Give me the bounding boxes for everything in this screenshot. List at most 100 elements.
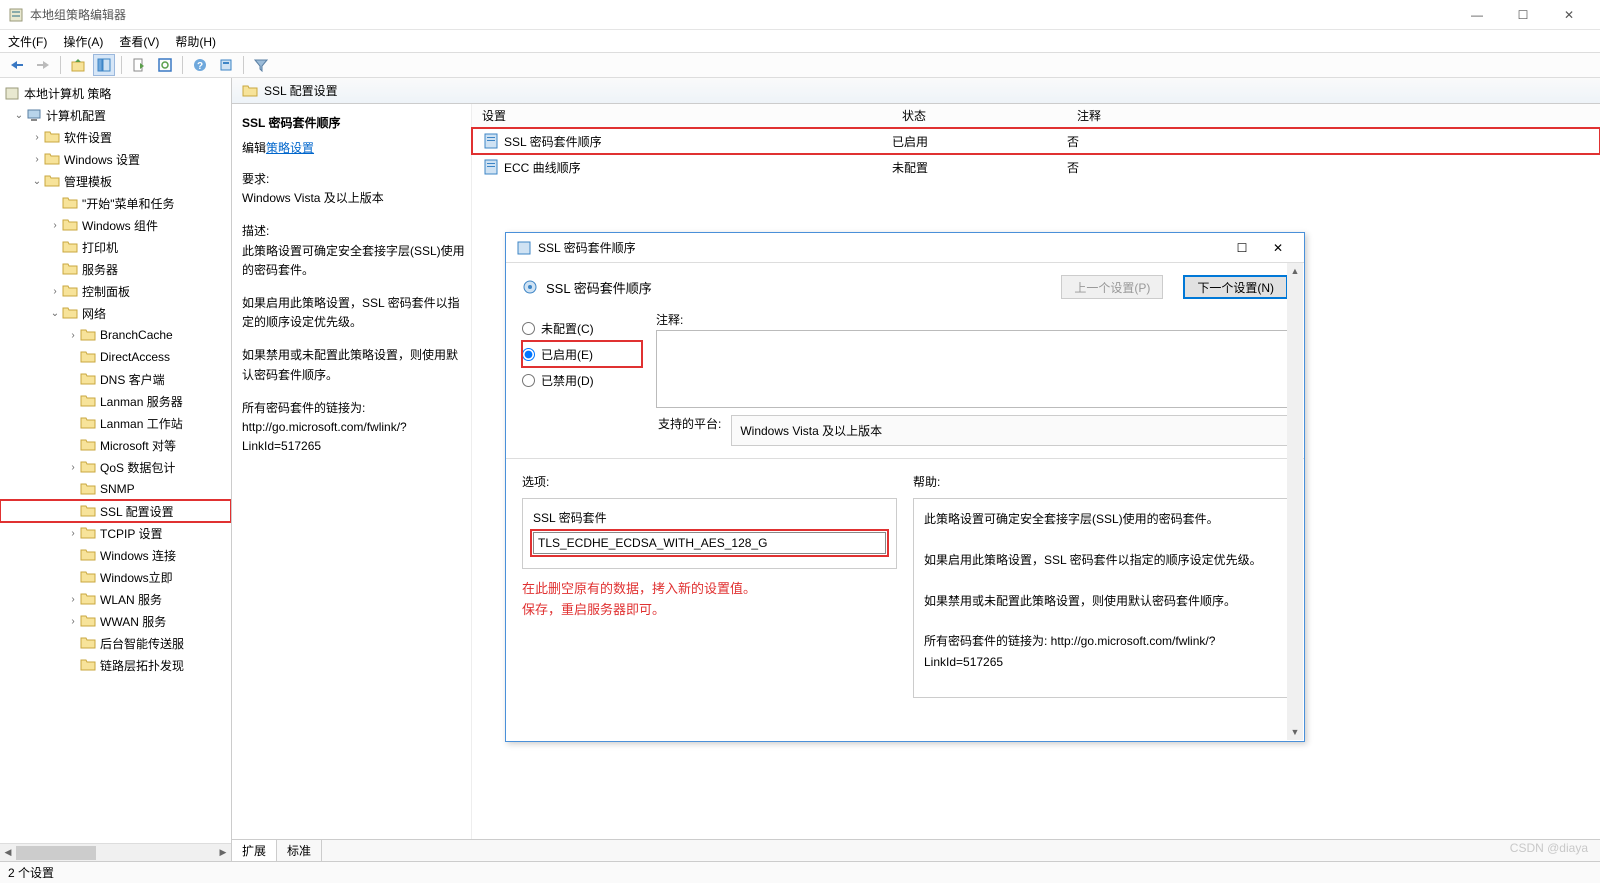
- tree-branchcache[interactable]: ›BranchCache: [0, 324, 231, 346]
- folder-icon: [80, 503, 96, 519]
- tree-start-menu[interactable]: "开始"菜单和任务: [0, 192, 231, 214]
- help-button[interactable]: ?: [189, 54, 211, 76]
- chevron-right-icon[interactable]: ›: [66, 616, 80, 627]
- export-button[interactable]: [128, 54, 150, 76]
- toolbar: ?: [0, 52, 1600, 78]
- tree-computer-config[interactable]: ⌄ 计算机配置: [0, 104, 231, 126]
- row-comment: 否: [1067, 133, 1600, 150]
- refresh-button[interactable]: [154, 54, 176, 76]
- folder-icon: [62, 195, 78, 211]
- policy-icon: [4, 85, 20, 101]
- cipher-input[interactable]: [533, 532, 886, 554]
- scroll-down-icon[interactable]: ▼: [1287, 724, 1303, 740]
- menu-view[interactable]: 查看(V): [119, 33, 159, 50]
- properties-button[interactable]: [215, 54, 237, 76]
- dialog-icon: [516, 240, 532, 256]
- chevron-down-icon[interactable]: ⌄: [12, 110, 26, 121]
- titlebar: 本地组策略编辑器 — ☐ ✕: [0, 0, 1600, 30]
- tree-scrollbar-horizontal[interactable]: ◀ ▶: [0, 843, 231, 861]
- scroll-up-icon[interactable]: ▲: [1287, 263, 1303, 279]
- scroll-right-icon[interactable]: ▶: [215, 845, 231, 861]
- tree-wwan[interactable]: ›WWAN 服务: [0, 610, 231, 632]
- chevron-right-icon[interactable]: ›: [30, 132, 44, 143]
- dialog-scrollbar-vertical[interactable]: ▲ ▼: [1287, 263, 1303, 740]
- content-header: SSL 配置设置: [232, 78, 1600, 104]
- chevron-down-icon[interactable]: ⌄: [48, 308, 62, 319]
- prev-setting-button[interactable]: 上一个设置(P): [1061, 275, 1163, 299]
- maximize-button[interactable]: ☐: [1500, 0, 1546, 30]
- tree-wlan[interactable]: ›WLAN 服务: [0, 588, 231, 610]
- chevron-right-icon[interactable]: ›: [66, 594, 80, 605]
- tree-ssl-config[interactable]: SSL 配置设置: [0, 500, 231, 522]
- tree-windows-components[interactable]: ›Windows 组件: [0, 214, 231, 236]
- minimize-button[interactable]: —: [1454, 0, 1500, 30]
- back-button[interactable]: [6, 54, 28, 76]
- tree-control-panel[interactable]: ›控制面板: [0, 280, 231, 302]
- scroll-left-icon[interactable]: ◀: [0, 845, 16, 861]
- col-setting[interactable]: 设置: [472, 107, 892, 124]
- chevron-right-icon[interactable]: ›: [48, 286, 62, 297]
- tree-software-settings[interactable]: ›软件设置: [0, 126, 231, 148]
- tree-lanman-server[interactable]: Lanman 服务器: [0, 390, 231, 412]
- chevron-right-icon[interactable]: ›: [48, 220, 62, 231]
- tree-admin-templates[interactable]: ⌄管理模板: [0, 170, 231, 192]
- dialog-maximize-button[interactable]: ☐: [1226, 237, 1258, 259]
- tree-printers[interactable]: 打印机: [0, 236, 231, 258]
- col-comment[interactable]: 注释: [1067, 107, 1600, 124]
- menu-file[interactable]: 文件(F): [8, 33, 47, 50]
- close-button[interactable]: ✕: [1546, 0, 1592, 30]
- tree-background-intelligent[interactable]: 后台智能传送服: [0, 632, 231, 654]
- tree-microsoft-peer[interactable]: Microsoft 对等: [0, 434, 231, 456]
- cipher-group: SSL 密码套件: [522, 498, 897, 569]
- gear-icon: [522, 279, 538, 295]
- computer-icon: [26, 107, 42, 123]
- tree-directaccess[interactable]: DirectAccess: [0, 346, 231, 368]
- folder-icon: [44, 129, 60, 145]
- tree-windows-now[interactable]: Windows立即: [0, 566, 231, 588]
- detail-panel: SSL 密码套件顺序 编辑策略设置 要求: Windows Vista 及以上版…: [232, 104, 472, 839]
- up-button[interactable]: [67, 54, 89, 76]
- menu-action[interactable]: 操作(A): [63, 33, 103, 50]
- menu-help[interactable]: 帮助(H): [175, 33, 216, 50]
- requirements-text: Windows Vista 及以上版本: [242, 189, 465, 208]
- watermark: CSDN @diaya: [1510, 841, 1588, 855]
- tree-dns-client[interactable]: DNS 客户端: [0, 368, 231, 390]
- tree-windows-connect[interactable]: Windows 连接: [0, 544, 231, 566]
- chevron-right-icon[interactable]: ›: [66, 462, 80, 473]
- tab-standard[interactable]: 标准: [277, 840, 322, 861]
- cipher-group-title: SSL 密码套件: [533, 509, 886, 526]
- dialog-close-button[interactable]: ✕: [1262, 237, 1294, 259]
- tree-windows-settings[interactable]: ›Windows 设置: [0, 148, 231, 170]
- forward-button[interactable]: [32, 54, 54, 76]
- tree-servers[interactable]: 服务器: [0, 258, 231, 280]
- tab-extended[interactable]: 扩展: [232, 839, 277, 861]
- row-name: ECC 曲线顺序: [504, 159, 581, 176]
- comment-textarea[interactable]: [656, 330, 1288, 408]
- edit-policy-link[interactable]: 策略设置: [266, 141, 314, 155]
- tree-network[interactable]: ⌄网络: [0, 302, 231, 324]
- radio-enabled[interactable]: 已启用(E): [522, 341, 642, 367]
- chevron-right-icon[interactable]: ›: [66, 528, 80, 539]
- tree-link-layer[interactable]: 链路层拓扑发现: [0, 654, 231, 676]
- chevron-down-icon[interactable]: ⌄: [30, 176, 44, 187]
- chevron-right-icon[interactable]: ›: [66, 330, 80, 341]
- platform-value: Windows Vista 及以上版本: [731, 415, 1288, 446]
- status-count: 2 个设置: [8, 864, 54, 881]
- next-setting-button[interactable]: 下一个设置(N): [1183, 275, 1288, 299]
- chevron-right-icon[interactable]: ›: [30, 154, 44, 165]
- tree-tcpip[interactable]: ›TCPIP 设置: [0, 522, 231, 544]
- radio-not-configured[interactable]: 未配置(C): [522, 315, 642, 341]
- tree-root[interactable]: 本地计算机 策略: [0, 82, 231, 104]
- radio-disabled[interactable]: 已禁用(D): [522, 367, 642, 393]
- show-hide-tree-button[interactable]: [93, 54, 115, 76]
- folder-icon: [80, 415, 96, 431]
- list-row[interactable]: SSL 密码套件顺序 已启用 否: [472, 128, 1600, 154]
- col-state[interactable]: 状态: [892, 107, 1067, 124]
- filter-button[interactable]: [250, 54, 272, 76]
- tree-qos[interactable]: ›QoS 数据包计: [0, 456, 231, 478]
- folder-icon: [80, 525, 96, 541]
- tree-lanman-workstation[interactable]: Lanman 工作站: [0, 412, 231, 434]
- tree-snmp[interactable]: SNMP: [0, 478, 231, 500]
- folder-icon: [62, 283, 78, 299]
- list-row[interactable]: ECC 曲线顺序 未配置 否: [472, 154, 1600, 180]
